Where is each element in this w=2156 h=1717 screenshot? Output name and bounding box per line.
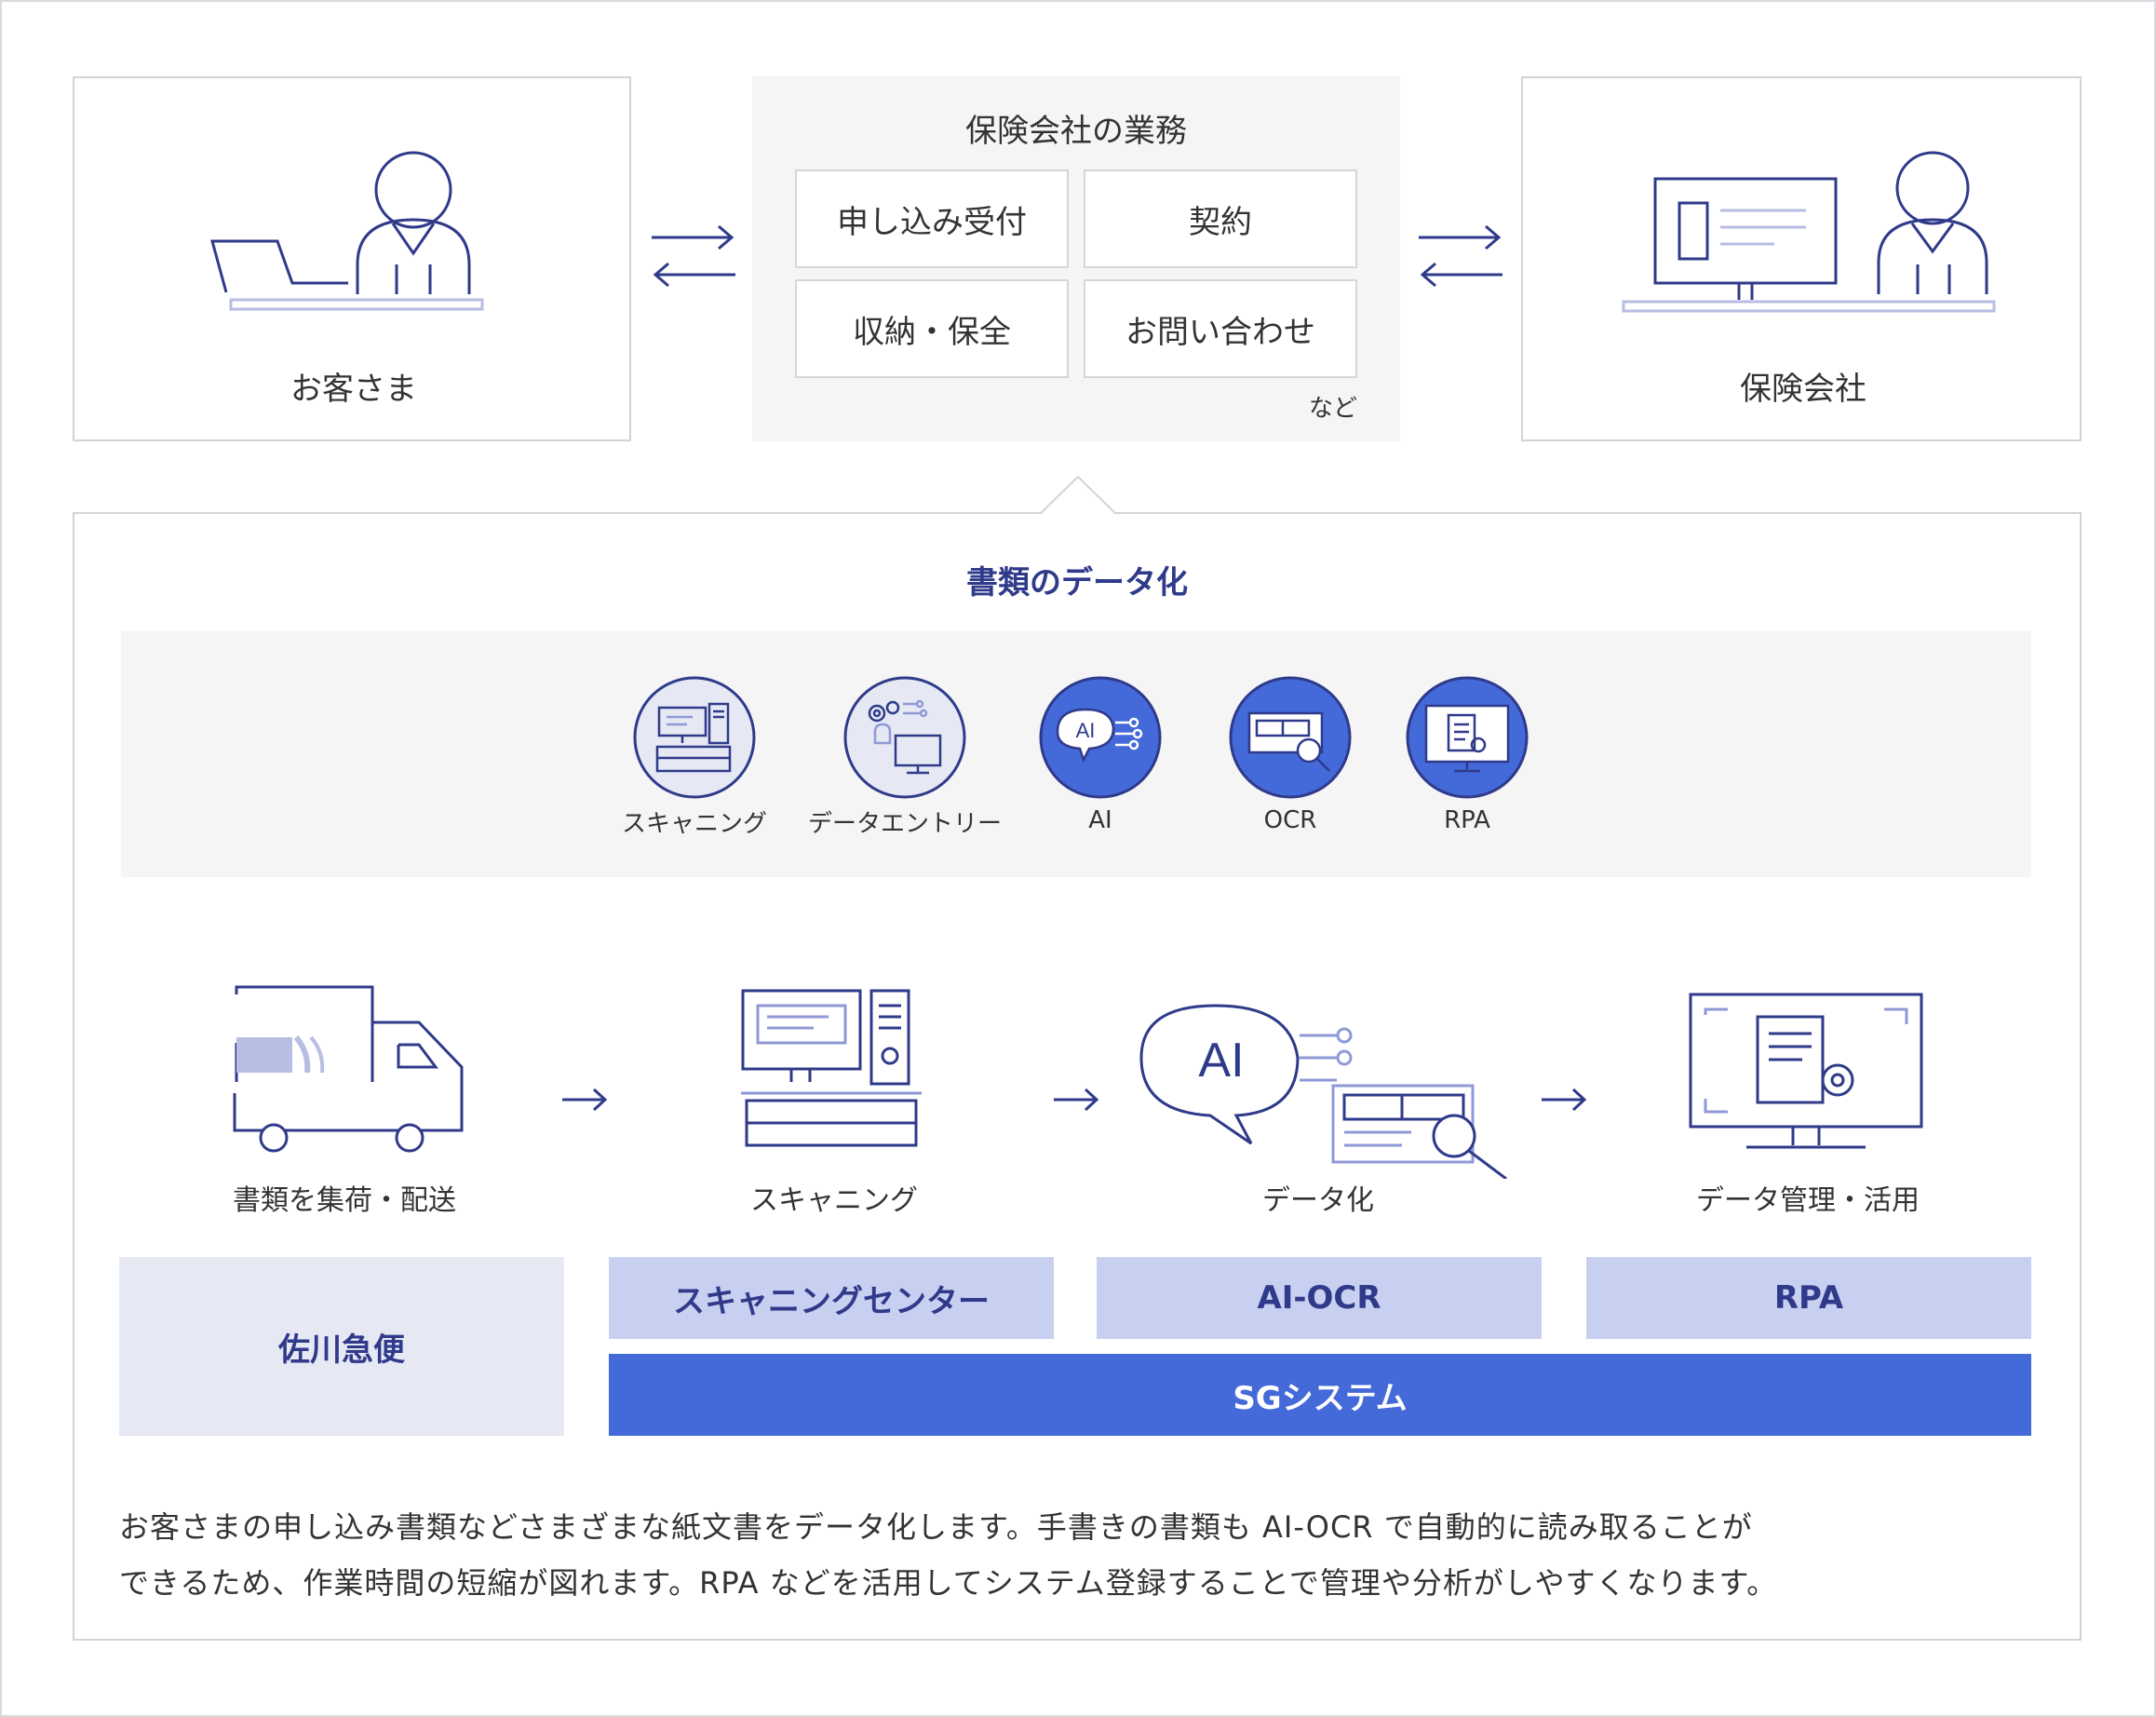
insurer-label: 保険会社 [1740,370,1866,408]
task-collection: 収納・保全 [795,279,1069,378]
scanning-workstation-icon [741,989,922,1147]
flow-arrow-3-icon [1542,1088,1587,1112]
customer-label: お客さま [290,370,417,408]
provider-scanning-center: スキャニングセンター [609,1257,1054,1339]
business-note: など [1308,395,1357,423]
ai-brain-icon: AI [1039,676,1162,799]
tech-label-data-entry: データエントリー [807,810,1002,838]
exchange-arrows-right-icon [1419,224,1502,288]
tech-label-ocr: OCR [1263,806,1317,834]
flow-arrow-2-icon [1054,1088,1099,1112]
stage-scanning: スキャニング [750,1184,918,1217]
task-application: 申し込み受付 [795,169,1069,268]
description-line-2: できるため、作業時間の短縮が図れます。RPA などを活用してシステム登録すること… [119,1565,1778,1601]
ai-ocr-dataization-icon: AI [1139,1004,1507,1179]
provider-sg-system: SGシステム [609,1354,2031,1436]
ai-ocr-glyph: AI [1198,1034,1244,1088]
pointer-notch [1039,475,1117,516]
business-title: 保険会社の業務 [965,112,1187,150]
data-entry-icon [843,676,966,799]
provider-ai-ocr: AI-OCR [1097,1257,1542,1339]
stage-delivery: 書類を集荷・配送 [233,1184,456,1217]
task-contract: 契約 [1084,169,1357,268]
description-line-1: お客さまの申し込み書類などさまざまな紙文書をデータ化します。手書きの書類も AI… [119,1509,1753,1545]
ai-brain-glyph: AI [1076,719,1096,742]
provider-rpa: RPA [1586,1257,2031,1339]
flow-arrow-1-icon [562,1088,608,1112]
insurer-business-panel: 保険会社の業務 申し込み受付 契約 収納・保全 お問い合わせ など [752,76,1400,441]
tech-label-rpa: RPA [1444,806,1490,834]
rpa-icon [1406,676,1529,799]
insurer-panel: 保険会社 [1521,76,2082,441]
ocr-icon [1229,676,1352,799]
tech-label-ai: AI [1088,806,1112,834]
task-inquiry: お問い合わせ [1084,279,1357,378]
provider-sagawa: 佐川急便 [119,1257,564,1436]
stage-dataization: データ化 [1262,1184,1374,1217]
scanner-icon [633,676,756,799]
tech-label-scanning: スキャニング [621,810,767,838]
customer-panel: お客さま [73,76,631,441]
description-text: お客さまの申し込み書類などさまざまな紙文書をデータ化します。手書きの書類も AI… [119,1499,2055,1620]
digitization-title: 書類のデータ化 [966,563,1188,602]
stage-data-management: データ管理・活用 [1696,1184,1920,1217]
data-management-monitor-icon [1689,993,1923,1149]
exchange-arrows-left-icon [652,224,735,288]
delivery-truck-icon [233,985,464,1153]
